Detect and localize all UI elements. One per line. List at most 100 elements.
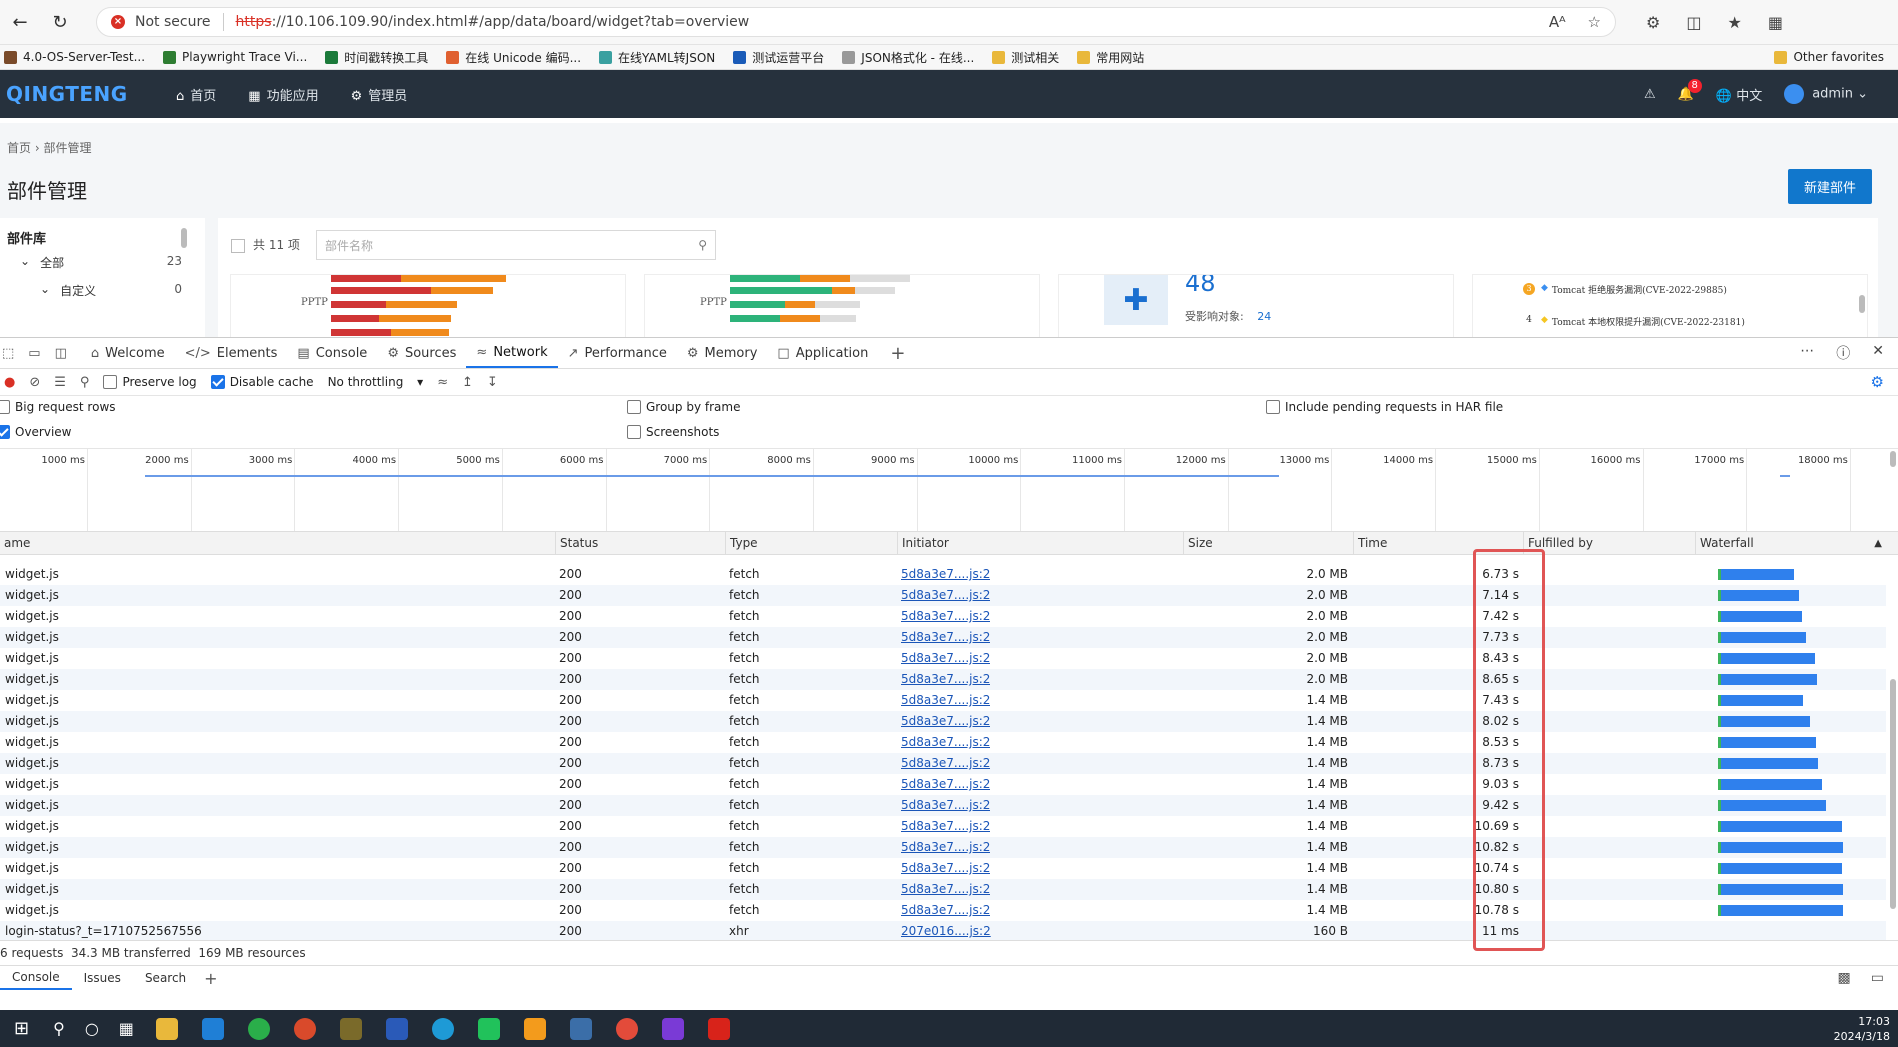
request-initiator[interactable]: 5d8a3e7....js:2	[901, 879, 990, 900]
language-switch[interactable]: 🌐 中文	[1716, 85, 1762, 104]
other-favorites[interactable]: Other favorites	[1774, 50, 1884, 64]
request-initiator[interactable]: 5d8a3e7....js:2	[901, 564, 990, 585]
column-fulfilled-by[interactable]: Fulfilled by	[1524, 532, 1696, 554]
request-initiator[interactable]: 207e016....js:2	[901, 921, 991, 940]
column-name[interactable]: ame	[0, 532, 556, 554]
table-row[interactable]: widget.js 200 fetch 5d8a3e7....js:2 1.4 MB 8.…	[0, 711, 1886, 732]
tab-performance[interactable]: ↗ Performance	[558, 338, 677, 368]
tab-console[interactable]: ▤ Console	[287, 338, 377, 368]
nav-apps[interactable]: ▦ 功能应用	[248, 85, 318, 104]
table-row[interactable]: widget.js 200 fetch 5d8a3e7....js:2 2.0 MB 7.…	[0, 606, 1886, 627]
bookmark-item[interactable]: 测试运营平台	[733, 49, 824, 66]
request-list-scrollbar[interactable]	[1890, 679, 1896, 909]
preserve-log[interactable]: Preserve log	[103, 375, 197, 390]
vscode-icon[interactable]	[201, 1017, 224, 1040]
chrome-icon[interactable]	[615, 1017, 638, 1040]
record-icon[interactable]: ●	[4, 375, 15, 390]
vuln-text[interactable]: Tomcat 拒绝服务漏洞(CVE-2022-29885)	[1552, 283, 1727, 296]
favorite-star-icon[interactable]: ☆	[1588, 13, 1601, 31]
table-row[interactable]: login-status?_t=1710752567556 200 xhr 207e0…	[0, 921, 1886, 940]
include-pending[interactable]: Include pending requests in HAR file	[1266, 400, 1503, 414]
powershell-icon[interactable]	[385, 1017, 408, 1040]
tree-item-custom[interactable]: ⌄ 自定义 0	[40, 282, 182, 299]
column-size[interactable]: Size	[1184, 532, 1354, 554]
export-har-icon[interactable]: ↧	[487, 375, 498, 390]
table-row[interactable]: widget.js 200 fetch 5d8a3e7....js:2 1.4 MB 9.…	[0, 795, 1886, 816]
browser-app-icon[interactable]	[293, 1017, 316, 1040]
user-menu[interactable]: admin ⌄	[1784, 84, 1868, 104]
split-screen-icon[interactable]: ◫	[1686, 13, 1701, 32]
big-rows-checkbox[interactable]	[0, 400, 10, 414]
request-initiator[interactable]: 5d8a3e7....js:2	[901, 816, 990, 837]
screenshots-checkbox[interactable]	[627, 425, 641, 439]
disable-cache[interactable]: Disable cache	[210, 375, 314, 390]
request-initiator[interactable]: 5d8a3e7....js:2	[901, 648, 990, 669]
request-initiator[interactable]: 5d8a3e7....js:2	[901, 627, 990, 648]
new-widget-button[interactable]: 新建部件	[1787, 169, 1872, 204]
table-row[interactable]: widget.js 200 fetch 5d8a3e7....js:2 2.0 MB 8.…	[0, 669, 1886, 690]
table-row[interactable]: widget.js 200 fetch 5d8a3e7....js:2 1.4 MB 9.…	[0, 774, 1886, 795]
clear-icon[interactable]: ⊘	[29, 375, 40, 390]
sort-up-icon[interactable]: ▲	[1874, 538, 1882, 549]
drawer-tab-search[interactable]: Search	[133, 966, 198, 990]
table-row[interactable]: widget.js 200 fetch 5d8a3e7....js:2 1.4 MB 7.…	[0, 690, 1886, 711]
overview-toggle[interactable]: Overview	[0, 425, 72, 439]
widget-card-3[interactable]: ✚ 48 受影响对象: 24	[1058, 274, 1454, 337]
table-row[interactable]: widget.js 200 fetch 5d8a3e7....js:2 1.4 MB 10…	[0, 879, 1886, 900]
alert-icon[interactable]: ⚠	[1644, 87, 1656, 102]
app-logo[interactable]: QINGTENG	[6, 82, 176, 106]
task-view-icon[interactable]: ▦	[119, 1019, 134, 1038]
tab-elements[interactable]: </> Elements	[175, 338, 288, 368]
active-app-icon[interactable]	[569, 1017, 592, 1040]
overview-checkbox[interactable]	[0, 425, 10, 439]
tree-item-all[interactable]: ⌄ 全部 23	[20, 254, 182, 271]
tab-network[interactable]: ≈ Network	[466, 338, 558, 368]
overview-scrollbar[interactable]	[1890, 451, 1896, 467]
select-all-checkbox[interactable]	[231, 238, 245, 253]
read-aloud-icon[interactable]: Aᴬ	[1549, 13, 1566, 31]
filter-icon[interactable]: ☰	[54, 375, 66, 390]
table-row[interactable]: widget.js 200 fetch 5d8a3e7....js:2 1.4 MB 10…	[0, 858, 1886, 879]
close-drawer-icon[interactable]: ▭	[1871, 970, 1884, 986]
column-status[interactable]: Status	[556, 532, 726, 554]
network-settings-gear-icon[interactable]: ⚙	[1871, 373, 1884, 391]
drawer-tab-issues[interactable]: Issues	[72, 966, 133, 990]
help-icon[interactable]: ⓘ	[1836, 343, 1850, 363]
bookmark-item[interactable]: Playwright Trace Vi...	[163, 50, 307, 64]
vuln-text[interactable]: Tomcat 本地权限提升漏洞(CVE-2022-23181)	[1552, 315, 1745, 328]
search-icon[interactable]: ⚲	[53, 1019, 65, 1038]
disable-cache-checkbox[interactable]	[210, 375, 225, 390]
refresh-icon[interactable]: ↻	[40, 12, 80, 33]
tab-memory[interactable]: ⚙ Memory	[677, 338, 768, 368]
bookmark-item[interactable]: 常用网站	[1077, 49, 1144, 66]
close-icon[interactable]: ✕	[1872, 343, 1884, 363]
tab-welcome[interactable]: ⌂ Welcome	[81, 338, 175, 368]
url-text[interactable]: https://10.106.109.90/index.html#/app/da…	[236, 14, 750, 30]
windows-start-icon[interactable]: ⊞	[14, 1018, 29, 1039]
bookmark-item[interactable]: 在线 Unicode 编码...	[446, 49, 581, 66]
address-bar[interactable]: × Not secure https://10.106.109.90/index…	[96, 7, 1616, 37]
request-initiator[interactable]: 5d8a3e7....js:2	[901, 669, 990, 690]
file-explorer-icon[interactable]	[155, 1017, 178, 1040]
edge-icon[interactable]	[431, 1017, 454, 1040]
column-type[interactable]: Type	[726, 532, 898, 554]
nav-home[interactable]: ⌂ 首页	[176, 85, 216, 104]
request-initiator[interactable]: 5d8a3e7....js:2	[901, 753, 990, 774]
search-icon[interactable]: ⚲	[698, 238, 707, 252]
group-by-frame[interactable]: Group by frame	[627, 400, 740, 414]
table-row[interactable]: widget.js 200 fetch 5d8a3e7....js:2 1.4 MB 10…	[0, 816, 1886, 837]
bookmark-item[interactable]: JSON格式化 - 在线...	[842, 49, 974, 66]
jetbrains-tool-icon[interactable]	[523, 1017, 546, 1040]
bookmark-item[interactable]: 4.0-OS-Server-Test...	[4, 50, 145, 64]
select-all[interactable]: 共 11 项	[231, 236, 300, 253]
notification-bell[interactable]: 🔔 8	[1678, 78, 1702, 102]
search-icon[interactable]: ⚲	[80, 375, 90, 390]
request-initiator[interactable]: 5d8a3e7....js:2	[901, 795, 990, 816]
tab-application[interactable]: □ Application	[767, 338, 878, 368]
drawer-tab-console[interactable]: Console	[0, 966, 72, 990]
dock-icon[interactable]: ◫	[55, 346, 67, 361]
cortana-icon[interactable]: ○	[85, 1019, 99, 1038]
column-waterfall[interactable]: Waterfall ▲	[1696, 532, 1886, 554]
include-pending-checkbox[interactable]	[1266, 400, 1280, 414]
system-clock[interactable]: 17:03 2024/3/18	[1834, 1014, 1890, 1044]
